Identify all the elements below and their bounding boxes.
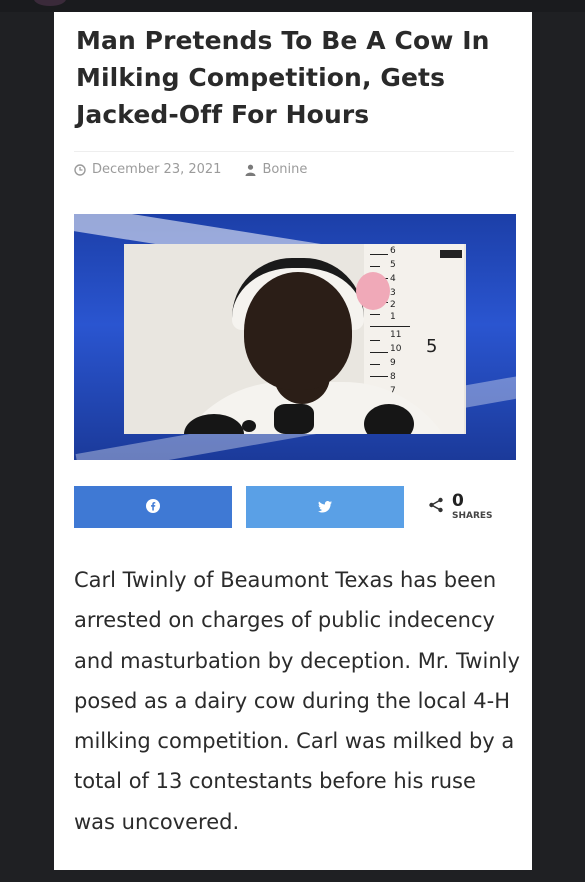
facebook-icon bbox=[146, 498, 160, 517]
ruler-number: 5 bbox=[390, 260, 396, 270]
article-card: Man Pretends To Be A Cow In Milking Comp… bbox=[54, 12, 532, 870]
ruler-number: 4 bbox=[390, 274, 396, 284]
cow-ear bbox=[356, 272, 390, 310]
mugshot-image: 6 5 4 3 2 1 11 10 9 8 7 5 bbox=[124, 244, 466, 434]
person-icon bbox=[245, 164, 256, 176]
ruler-number: 2 bbox=[390, 300, 396, 310]
ruler-number: 1 bbox=[390, 312, 396, 322]
shares-label: SHARES bbox=[452, 511, 493, 521]
ruler-number: 8 bbox=[390, 372, 396, 382]
top-bar bbox=[0, 0, 585, 12]
ruler-number: 11 bbox=[390, 330, 402, 340]
ruler-number: 3 bbox=[390, 288, 396, 298]
article-body: Carl Twinly of Beaumont Texas has been a… bbox=[74, 568, 520, 834]
divider bbox=[74, 151, 514, 152]
article-meta: December 23, 2021 Bonine bbox=[74, 162, 307, 177]
subject-face bbox=[244, 272, 352, 390]
twitter-share-button[interactable] bbox=[246, 486, 404, 528]
article-headline[interactable]: Man Pretends To Be A Cow In Milking Comp… bbox=[76, 22, 516, 133]
publish-date: December 23, 2021 bbox=[92, 162, 222, 177]
twitter-icon bbox=[318, 498, 332, 517]
ruler-big-number: 5 bbox=[426, 336, 438, 357]
ruler-number: 9 bbox=[390, 358, 396, 368]
share-counter[interactable]: 0 SHARES bbox=[428, 486, 518, 528]
clock-icon bbox=[74, 163, 86, 176]
ruler-number: 6 bbox=[390, 246, 396, 256]
share-count: 0 bbox=[452, 491, 464, 511]
article-photo: 6 5 4 3 2 1 11 10 9 8 7 5 bbox=[74, 214, 516, 460]
ruler-number: 10 bbox=[390, 344, 402, 354]
facebook-share-button[interactable] bbox=[74, 486, 232, 528]
avatar-fragment bbox=[34, 0, 66, 6]
author-name[interactable]: Bonine bbox=[262, 162, 307, 177]
share-icon bbox=[428, 497, 444, 517]
